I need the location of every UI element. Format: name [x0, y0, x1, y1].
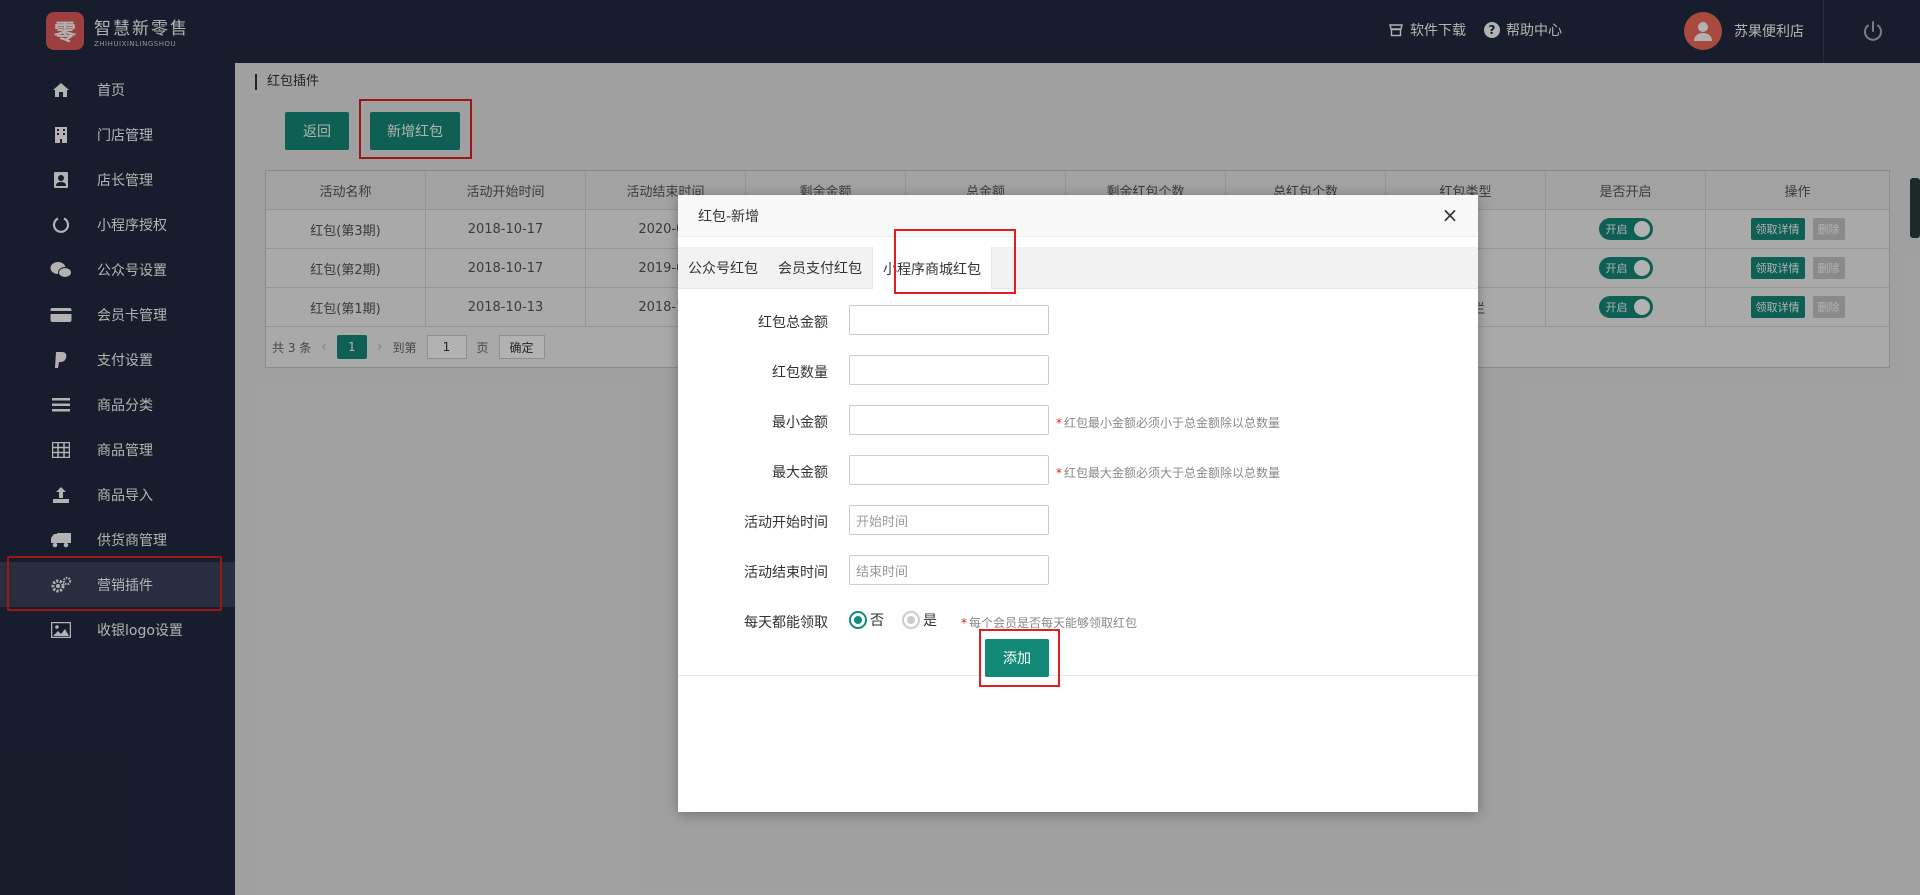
max-amount-hint: * 红包最大金额必须大于总金额除以总数量 [1056, 466, 1281, 480]
radio-yes[interactable]: 是 [902, 610, 937, 630]
modal-title: 红包-新增 [698, 208, 760, 225]
close-icon[interactable]: × [1440, 205, 1460, 225]
field-end-time: 活动结束时间 结束时间 [678, 555, 1478, 587]
field-min-amount: 最小金额 * 红包最小金额必须小于总金额除以总数量 [678, 405, 1478, 437]
end-time-input[interactable]: 结束时间 [849, 555, 1049, 585]
field-label: 活动结束时间 [744, 565, 828, 581]
count-input[interactable] [849, 355, 1049, 385]
field-max-amount: 最大金额 * 红包最大金额必须大于总金额除以总数量 [678, 455, 1478, 487]
radio-label: 否 [870, 613, 884, 629]
min-amount-hint: * 红包最小金额必须小于总金额除以总数量 [1056, 416, 1281, 430]
field-label: 活动开始时间 [744, 515, 828, 531]
field-total-amount: 红包总金额 [678, 305, 1478, 337]
field-label: 红包数量 [772, 365, 828, 381]
highlight-box-tab [894, 229, 1016, 294]
field-label: 每天都能领取 [744, 615, 828, 631]
highlight-box-add-button [979, 629, 1060, 687]
tab-official-account[interactable]: 公众号红包 [678, 247, 768, 289]
field-label: 红包总金额 [758, 315, 828, 331]
radio-no[interactable]: 否 [849, 610, 884, 630]
field-label: 最大金额 [772, 465, 828, 481]
start-time-input[interactable]: 开始时间 [849, 505, 1049, 535]
tab-member-payment[interactable]: 会员支付红包 [768, 247, 872, 289]
radio-checked-icon [849, 611, 867, 629]
field-daily: 每天都能领取 否 是 * 每个会员是否每天能够领取红包 [678, 605, 1478, 637]
new-redpacket-modal: 红包-新增 × 公众号红包 会员支付红包 小程序商城红包 红包总金额 红包数量 … [678, 195, 1478, 812]
field-label: 最小金额 [772, 415, 828, 431]
modal-tabs: 公众号红包 会员支付红包 小程序商城红包 [678, 247, 1478, 290]
hint-text: 红包最大金额必须大于总金额除以总数量 [1064, 466, 1281, 480]
modal-header: 红包-新增 × [678, 195, 1478, 237]
hint-text: 红包最小金额必须小于总金额除以总数量 [1064, 416, 1281, 430]
radio-label: 是 [923, 613, 937, 629]
total-amount-input[interactable] [849, 305, 1049, 335]
radio-unchecked-icon [902, 611, 920, 629]
field-count: 红包数量 [678, 355, 1478, 387]
redpacket-form: 红包总金额 红包数量 最小金额 * 红包最小金额必须小于总金额除以总数量 最大金额… [678, 289, 1478, 676]
hint-text: 每个会员是否每天能够领取红包 [969, 616, 1138, 630]
max-amount-input[interactable] [849, 455, 1049, 485]
min-amount-input[interactable] [849, 405, 1049, 435]
field-start-time: 活动开始时间 开始时间 [678, 505, 1478, 537]
